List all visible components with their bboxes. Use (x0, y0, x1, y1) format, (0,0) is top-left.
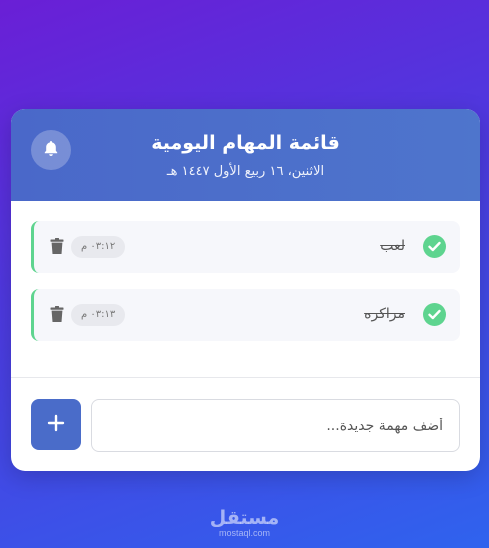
complete-toggle[interactable] (423, 303, 446, 326)
plus-icon (47, 414, 65, 436)
task-list: لعب ٠٣:١٢ م مراكره ٠٣:١٣ م (11, 201, 480, 377)
add-task-button[interactable] (31, 399, 81, 450)
delete-task-button[interactable] (50, 238, 64, 255)
task-text[interactable]: مراكره (364, 306, 405, 322)
todo-card: قائمة المهام اليومية الاثنين، ١٦ ربيع ال… (11, 109, 480, 471)
card-header: قائمة المهام اليومية الاثنين، ١٦ ربيع ال… (11, 109, 480, 201)
check-icon (428, 237, 441, 256)
trash-icon (50, 238, 64, 259)
add-task-bar (11, 378, 480, 471)
task-time-badge: ٠٣:١٢ م (71, 236, 126, 258)
date-subtitle: الاثنين، ١٦ ربيع الأول ١٤٤٧ هـ (166, 164, 325, 179)
watermark-brand: مستقل (209, 507, 280, 529)
check-icon (428, 305, 441, 324)
task-item: لعب ٠٣:١٢ م (31, 221, 460, 273)
notifications-button[interactable] (31, 130, 71, 170)
task-time-badge: ٠٣:١٣ م (71, 304, 126, 326)
bell-icon (43, 140, 59, 161)
task-text[interactable]: لعب (380, 238, 405, 254)
delete-task-button[interactable] (50, 306, 64, 323)
task-item: مراكره ٠٣:١٣ م (31, 289, 460, 341)
trash-icon (50, 306, 64, 327)
complete-toggle[interactable] (423, 235, 446, 258)
watermark-domain: mostaql.com (218, 528, 271, 538)
page-title: قائمة المهام اليومية (151, 132, 340, 154)
mostaql-watermark: مستقل mostaql.com (0, 508, 489, 538)
new-task-input[interactable] (91, 399, 460, 452)
